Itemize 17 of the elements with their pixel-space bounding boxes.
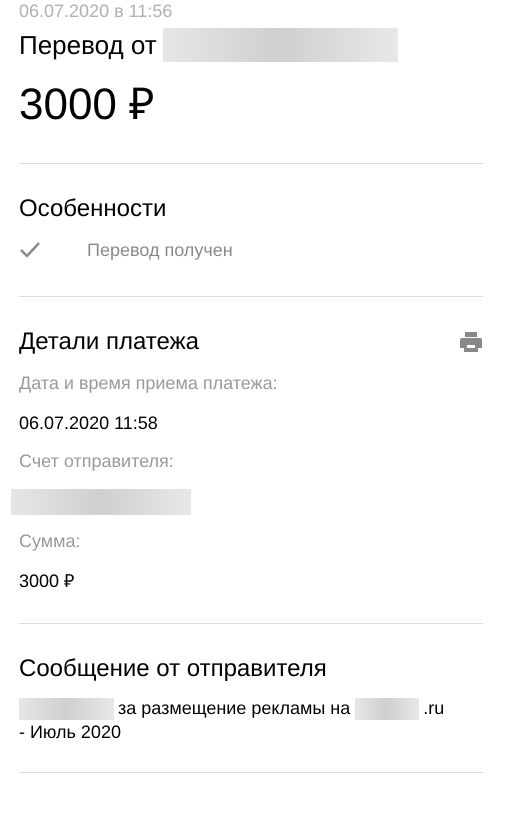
redacted-block [355,698,420,720]
message-text: - Июль 2020 [19,721,121,744]
amount-text: 3000 ₽ [19,79,156,131]
message-text: .ru [423,697,444,720]
section-heading: Особенности [19,194,168,224]
message-text: за размещение рекламы на [118,697,350,720]
field-label: Сумма: [19,530,82,553]
field-label: Счет отправителя: [19,450,175,473]
section-heading: Детали платежа [19,327,199,357]
field-value: 06.07.2020 11:58 [19,412,159,435]
date-text: 06.07.2020 в 11:56 [19,0,174,21]
field-value: 3000 ₽ [19,570,76,593]
feature-label: Перевод получен [87,238,233,262]
section-heading: Сообщение от отправителя [19,654,328,684]
field-label: Дата и время приема платежа: [19,372,279,395]
transfer-title: Перевод от [19,28,157,62]
print-icon[interactable] [459,330,483,354]
